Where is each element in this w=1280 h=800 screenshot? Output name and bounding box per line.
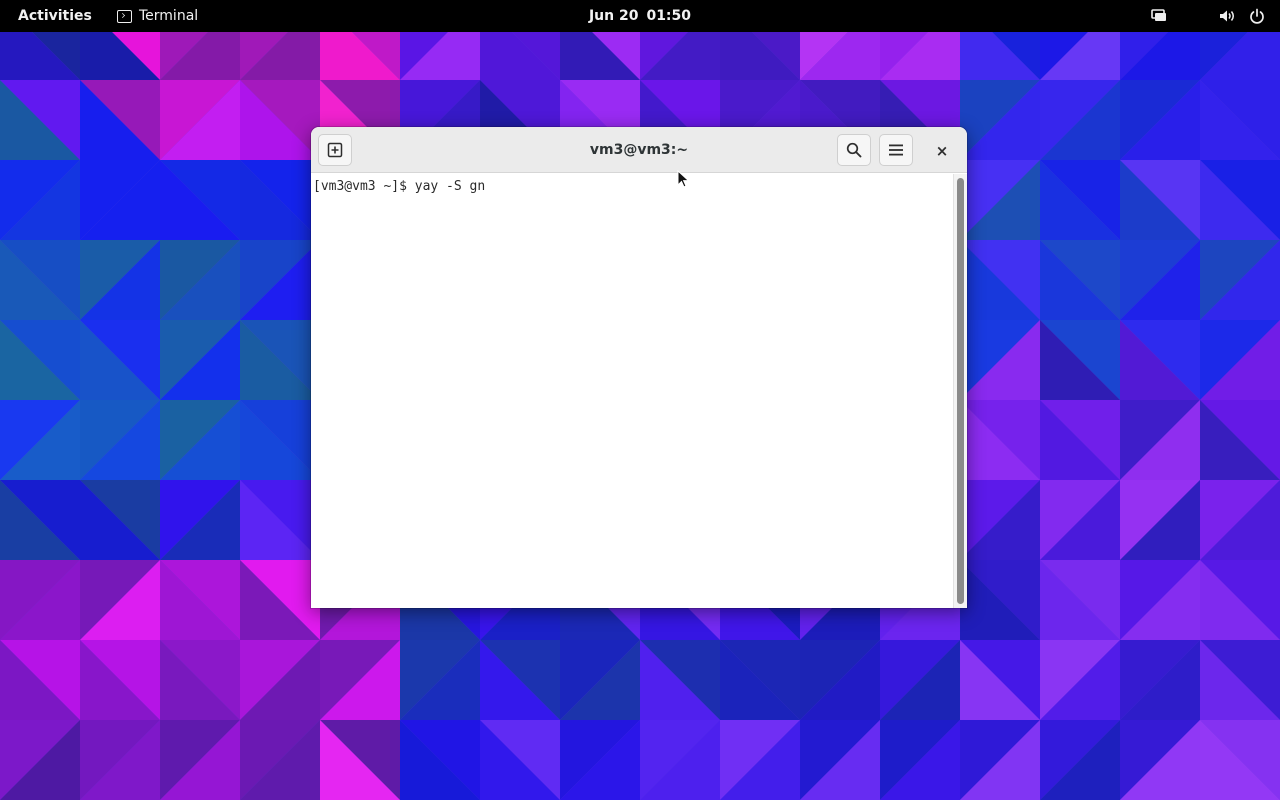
volume-icon[interactable] [1218,7,1236,25]
display-icon[interactable] [1150,7,1168,25]
window-headerbar[interactable]: vm3@vm3:~ × [311,127,967,173]
terminal-prompt: [vm3@vm3 ~]$ [313,179,407,194]
power-icon[interactable] [1248,7,1266,25]
window-title-text: vm3@vm3:~ [589,142,689,158]
clock-time[interactable]: 01:50 [646,8,691,24]
terminal-scrollbar[interactable] [953,174,967,608]
mouse-pointer-icon [677,170,690,188]
top-bar: Activities Terminal Jun 20 01:50 [0,0,1280,32]
terminal-output[interactable]: [vm3@vm3 ~]$ yay -S gn [311,174,953,608]
app-menu-label: Terminal [139,8,199,24]
activities-label: Activities [18,8,92,24]
system-tray[interactable] [1150,0,1266,32]
close-button[interactable]: × [930,139,954,163]
terminal-icon [117,9,132,23]
search-button[interactable] [837,134,871,166]
activities-button[interactable]: Activities [18,0,92,32]
new-tab-button[interactable] [318,134,352,166]
menu-button[interactable] [879,134,913,166]
terminal-command: yay -S gn [414,179,486,194]
app-menu-button[interactable]: Terminal [117,0,198,32]
terminal-window: vm3@vm3:~ × [vm3@vm3 ~]$ yay -S gn [311,127,967,608]
new-tab-icon [327,142,343,158]
clock-date[interactable]: Jun 20 [589,8,639,24]
search-icon [846,142,862,158]
close-icon: × [935,142,949,160]
scrollbar-thumb[interactable] [957,178,964,604]
hamburger-menu-icon [889,144,903,156]
